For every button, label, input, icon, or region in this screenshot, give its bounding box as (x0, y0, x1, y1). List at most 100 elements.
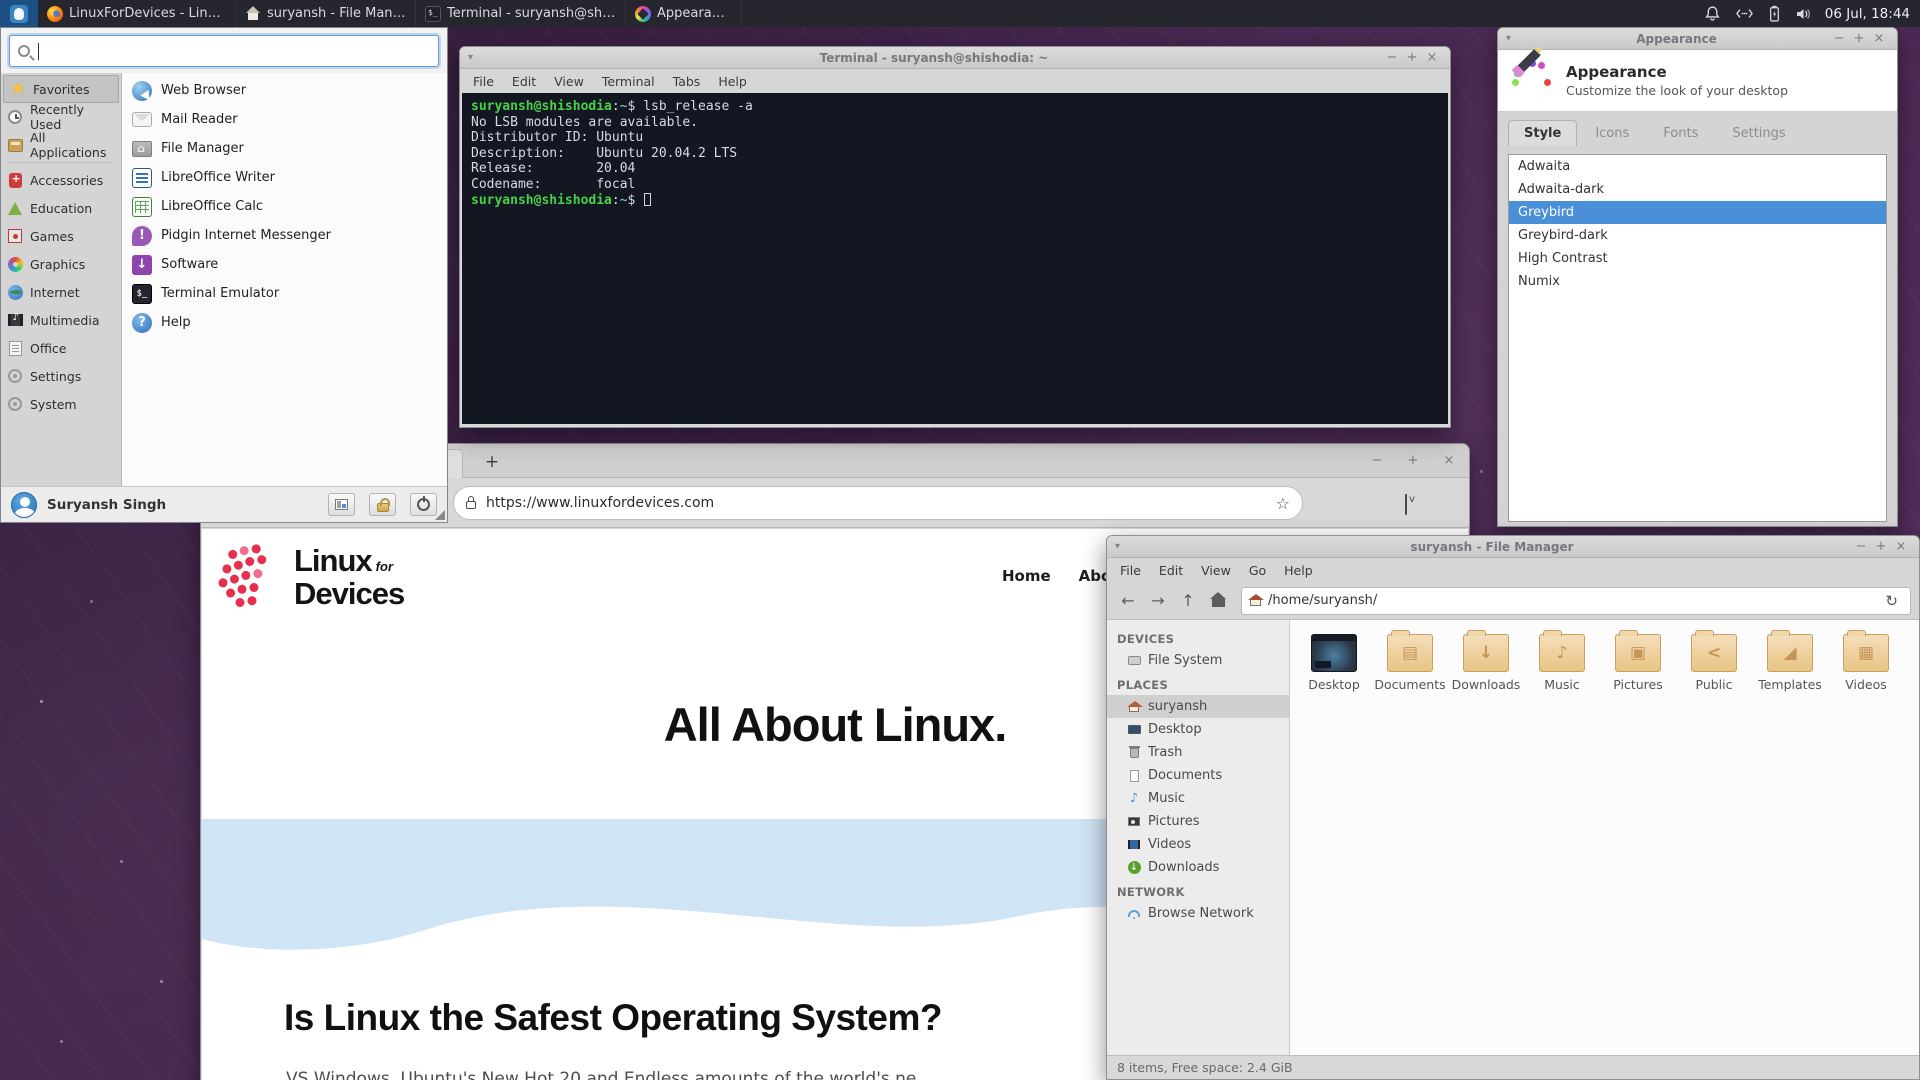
file-pictures[interactable]: ▣ Pictures (1608, 630, 1668, 692)
sidebar-item-desktop[interactable]: Desktop (1107, 718, 1289, 741)
theme-option[interactable]: Numix (1509, 270, 1886, 293)
reload-icon[interactable]: ↻ (1881, 592, 1902, 610)
appearance-titlebar[interactable]: ▾ Appearance − + × (1498, 28, 1897, 50)
app-software[interactable]: Software (122, 250, 447, 279)
power-button[interactable] (410, 493, 437, 516)
category-system[interactable]: System (1, 390, 121, 418)
category-games[interactable]: Games (1, 222, 121, 250)
fm-maximize-button[interactable]: + (1871, 537, 1891, 557)
panel-clock[interactable]: 06 Jul, 18:44 (1825, 0, 1920, 27)
battery-icon[interactable] (1768, 5, 1781, 22)
app-web-browser[interactable]: Web Browser (122, 76, 447, 105)
bookmark-star-icon[interactable]: ☆ (1276, 494, 1290, 513)
menu-view[interactable]: View (1192, 560, 1240, 581)
resize-grip[interactable] (435, 510, 445, 520)
fm-minimize-button[interactable]: − (1851, 537, 1871, 557)
sidebar-item-documents[interactable]: Documents (1107, 764, 1289, 787)
tab-settings[interactable]: Settings (1716, 120, 1801, 146)
menu-help[interactable]: Help (709, 71, 756, 92)
pocket-shield-icon[interactable] (1405, 494, 1407, 515)
sidebar-item-music[interactable]: ♪ Music (1107, 787, 1289, 810)
theme-option[interactable]: Greybird-dark (1509, 224, 1886, 247)
category-accessories[interactable]: Accessories (1, 166, 121, 194)
menu-tabs[interactable]: Tabs (664, 71, 710, 92)
menu-edit[interactable]: Edit (1150, 560, 1192, 581)
menu-file[interactable]: File (464, 71, 503, 92)
terminal-screen[interactable]: suryansh@shishodia:~$ lsb_release -a No … (462, 93, 1448, 424)
url-bar[interactable]: https://www.linuxfordevices.com ☆ (453, 486, 1303, 520)
taskbar-button-file-manager[interactable]: suryansh - File Manager (236, 0, 416, 27)
file-templates[interactable]: ◢ Templates (1758, 630, 1822, 692)
sidebar-item-file-system[interactable]: File System (1107, 649, 1289, 672)
sidebar-item-downloads[interactable]: ↓ Downloads (1107, 856, 1289, 879)
volume-icon[interactable] (1795, 6, 1813, 22)
file-manager-titlebar[interactable]: ▾ suryansh - File Manager − + × (1107, 536, 1919, 558)
app-file-manager[interactable]: File Manager (122, 134, 447, 163)
lock-screen-button[interactable] (369, 493, 396, 516)
applications-menu-button[interactable] (0, 0, 38, 27)
category-internet[interactable]: Internet (1, 278, 121, 306)
site-logo[interactable]: Linux for Devices (217, 543, 405, 609)
nav-home-link[interactable]: Home (1002, 567, 1051, 585)
file-desktop[interactable]: Desktop (1304, 634, 1364, 692)
path-text[interactable]: /home/suryansh/ (1268, 593, 1874, 608)
notifications-bell-icon[interactable] (1704, 5, 1721, 22)
menu-go[interactable]: Go (1240, 560, 1275, 581)
app-terminal-emulator[interactable]: Terminal Emulator (122, 279, 447, 308)
forward-button[interactable]: → (1145, 588, 1171, 614)
taskbar-button-appearance[interactable]: Appearance (626, 0, 742, 27)
appearance-close-button[interactable]: × (1869, 29, 1889, 49)
taskbar-button-terminal[interactable]: Terminal - suryansh@shisho... (416, 0, 626, 27)
app-mail-reader[interactable]: Mail Reader (122, 105, 447, 134)
path-bar[interactable]: /home/suryansh/ ↻ (1241, 586, 1911, 615)
fm-close-button[interactable]: × (1891, 537, 1911, 557)
new-tab-button[interactable]: + (479, 450, 505, 474)
menu-edit[interactable]: Edit (503, 71, 545, 92)
sidebar-item-trash[interactable]: Trash (1107, 741, 1289, 764)
window-menu-icon[interactable]: ▾ (468, 52, 486, 63)
menu-help[interactable]: Help (1275, 560, 1322, 581)
sidebar-item-pictures[interactable]: Pictures (1107, 810, 1289, 833)
file-documents[interactable]: ▤ Documents (1374, 630, 1446, 692)
search-input[interactable] (9, 35, 439, 67)
window-menu-icon[interactable]: ▾ (1115, 541, 1133, 552)
app-pidgin[interactable]: Pidgin Internet Messenger (122, 221, 447, 250)
tab-icons[interactable]: Icons (1579, 120, 1645, 146)
home-button[interactable] (1205, 588, 1231, 614)
menu-terminal[interactable]: Terminal (593, 71, 664, 92)
app-help[interactable]: Help (122, 308, 447, 337)
file-videos[interactable]: ▦ Videos (1836, 630, 1896, 692)
appearance-minimize-button[interactable]: − (1829, 29, 1849, 49)
file-downloads[interactable]: ↓ Downloads (1452, 630, 1520, 692)
menu-file[interactable]: File (1111, 560, 1150, 581)
fm-file-grid[interactable]: Desktop ▤ Documents ↓ Downloads ♪ Music ▣ Pi… (1290, 620, 1919, 1055)
window-menu-icon[interactable]: ▾ (1506, 33, 1524, 44)
category-education[interactable]: Education (1, 194, 121, 222)
appearance-maximize-button[interactable]: + (1849, 29, 1869, 49)
file-music[interactable]: ♪ Music (1532, 630, 1592, 692)
category-all-applications[interactable]: All Applications (1, 130, 121, 160)
category-multimedia[interactable]: Multimedia (1, 306, 121, 334)
theme-option-selected[interactable]: Greybird (1509, 201, 1886, 224)
sidebar-item-videos[interactable]: Videos (1107, 833, 1289, 856)
terminal-minimize-button[interactable]: − (1382, 48, 1402, 68)
taskbar-button-browser[interactable]: LinuxForDevices - LinuxForD... (38, 0, 236, 27)
file-public[interactable]: < Public (1684, 630, 1744, 692)
menu-view[interactable]: View (545, 71, 593, 92)
category-office[interactable]: Office (1, 334, 121, 362)
browser-maximize-button[interactable]: + (1403, 451, 1423, 471)
category-favorites[interactable]: ★ Favorites (3, 75, 119, 103)
terminal-close-button[interactable]: × (1422, 48, 1442, 68)
avatar[interactable] (11, 491, 37, 518)
theme-option[interactable]: High Contrast (1509, 247, 1886, 270)
network-icon[interactable] (1735, 6, 1754, 21)
category-recently-used[interactable]: Recently Used (1, 102, 121, 132)
app-libreoffice-writer[interactable]: LibreOffice Writer (122, 163, 447, 192)
tab-style[interactable]: Style (1508, 120, 1578, 146)
all-settings-button[interactable] (328, 493, 355, 516)
terminal-maximize-button[interactable]: + (1402, 48, 1422, 68)
url-text[interactable]: https://www.linuxfordevices.com (486, 495, 1266, 511)
theme-option[interactable]: Adwaita (1509, 155, 1886, 178)
back-button[interactable]: ← (1115, 588, 1141, 614)
sidebar-item-home[interactable]: suryansh (1107, 695, 1289, 718)
